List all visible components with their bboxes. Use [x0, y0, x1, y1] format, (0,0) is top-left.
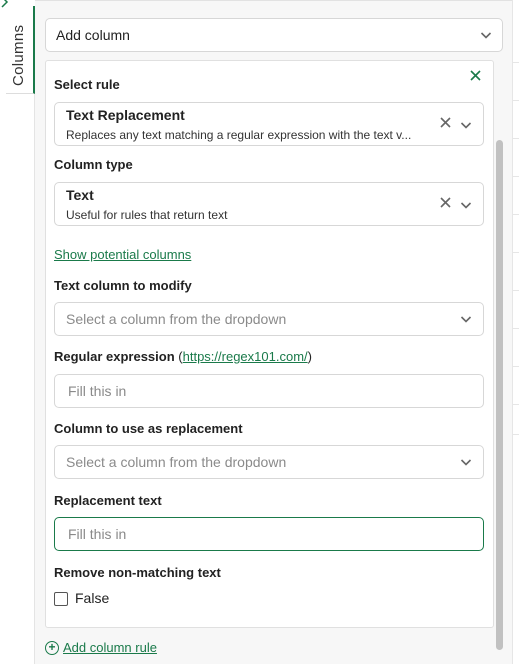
add-column-select[interactable]: Add column [45, 18, 503, 52]
regex-label: Regular expression (https://regex101.com… [54, 349, 312, 364]
add-column-rule-label: Add column rule [63, 640, 157, 655]
remove-non-matching-checkbox[interactable] [54, 592, 68, 606]
rule-title: Text Replacement [66, 107, 185, 123]
chevron-down-icon [460, 119, 474, 133]
column-type-title: Text [66, 187, 94, 203]
close-icon[interactable] [470, 69, 481, 85]
rule-select[interactable]: Text Replacement Replaces any text match… [54, 102, 484, 146]
plus-circle-icon: + [45, 641, 59, 655]
regex-input[interactable] [54, 374, 484, 408]
chevron-down-icon [460, 456, 474, 470]
add-column-label: Add column [56, 27, 130, 43]
replacement-column-placeholder: Select a column from the dropdown [66, 454, 287, 470]
tab-columns-label: Columns [10, 24, 27, 86]
right-edge [512, 0, 519, 664]
regex101-link[interactable]: https://regex101.com/ [183, 349, 308, 364]
select-rule-label: Select rule [54, 77, 120, 92]
regex-paren-close: ) [307, 349, 312, 364]
column-type-label: Column type [54, 157, 133, 172]
scrollbar-thumb[interactable] [496, 140, 503, 650]
chevron-down-icon [460, 199, 474, 213]
clear-icon[interactable] [440, 116, 451, 132]
regex-label-text: Regular expression [54, 349, 175, 364]
chevron-down-icon [480, 29, 494, 43]
checkbox-label: False [75, 590, 110, 606]
column-type-description: Useful for rules that return text [66, 208, 228, 222]
replacement-text-input[interactable] [54, 517, 484, 551]
replacement-column-select[interactable]: Select a column from the dropdown [54, 445, 484, 479]
clear-icon[interactable] [440, 196, 451, 212]
chevron-down-icon [460, 313, 474, 327]
rule-description: Replaces any text matching a regular exp… [66, 128, 412, 142]
tab-columns[interactable]: Columns [6, 6, 35, 94]
remove-non-matching-label: Remove non-matching text [54, 565, 221, 580]
replacement-text-label: Replacement text [54, 493, 162, 508]
column-type-select[interactable]: Text Useful for rules that return text [54, 182, 484, 226]
show-potential-columns-link[interactable]: Show potential columns [54, 247, 191, 262]
text-column-select[interactable]: Select a column from the dropdown [54, 302, 484, 336]
left-rail: Columns [0, 0, 35, 664]
text-column-label: Text column to modify [54, 278, 192, 293]
replacement-column-label: Column to use as replacement [54, 421, 243, 436]
text-column-placeholder: Select a column from the dropdown [66, 311, 287, 327]
